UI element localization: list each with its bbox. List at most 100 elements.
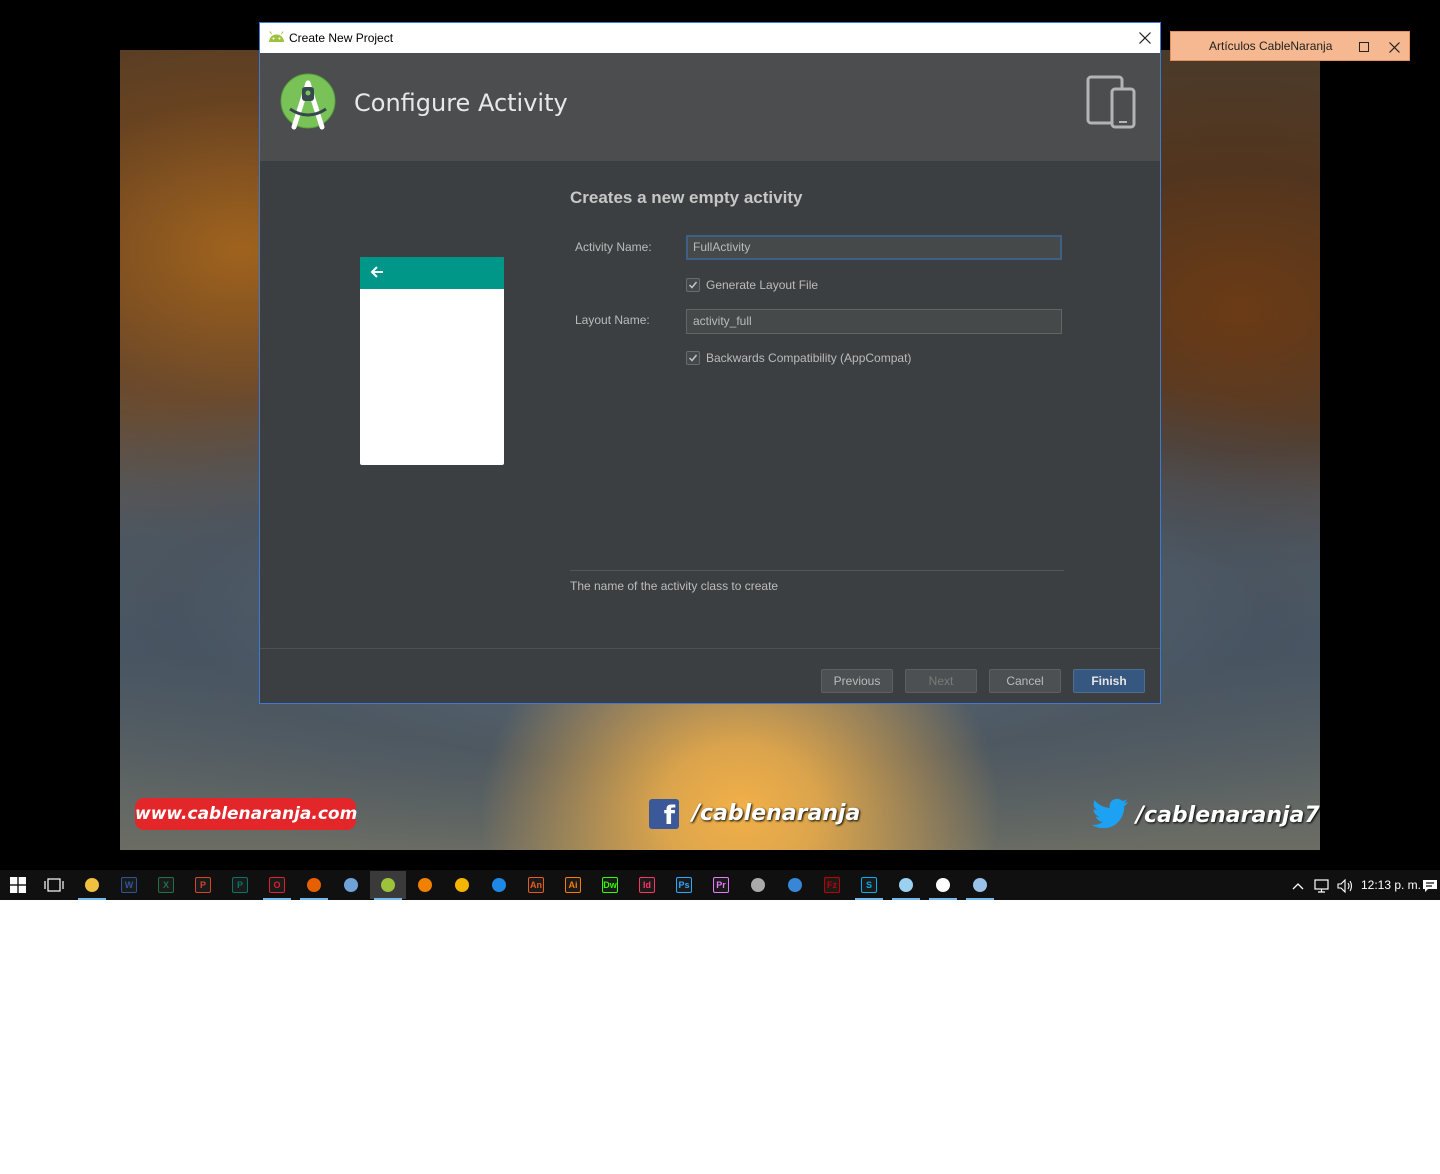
cancel-button[interactable]: Cancel — [989, 669, 1061, 693]
word-icon: W — [121, 877, 137, 893]
taskbar-paint-button[interactable] — [962, 871, 998, 900]
footer-divider — [260, 648, 1160, 649]
checkbox-box[interactable] — [686, 278, 700, 292]
clock[interactable]: 12:13 p. m. — [1360, 870, 1422, 900]
twitter-watermark: /cablenaranja7 — [1136, 803, 1320, 828]
dreamweaver-icon: Dw — [602, 877, 618, 893]
volume-button[interactable] — [1334, 870, 1358, 900]
dialog-title: Create New Project — [289, 31, 394, 45]
taskbar-notepad-button[interactable] — [888, 871, 924, 900]
publisher-icon: P — [232, 877, 248, 893]
arrow-back-icon — [370, 266, 383, 278]
taskbar-indesign-button[interactable]: Id — [629, 871, 665, 899]
premiere-icon: Pr — [713, 877, 729, 893]
task-view-button[interactable] — [36, 871, 72, 899]
dialog-titlebar[interactable]: Create New Project — [260, 23, 1160, 53]
check-icon — [688, 281, 698, 289]
activity-name-input[interactable]: FullActivity — [686, 235, 1062, 260]
vlc-icon — [418, 878, 432, 892]
tray-overflow-button[interactable] — [1288, 870, 1308, 900]
taskbar-virtualbox-button[interactable] — [333, 871, 369, 899]
taskbar-vlc-button[interactable] — [407, 871, 443, 899]
skype-icon: S — [861, 877, 877, 893]
maximize-button[interactable] — [1349, 32, 1379, 61]
activity-name-label: Activity Name: — [575, 240, 652, 254]
page-title: Configure Activity — [354, 89, 568, 117]
virtualbox-icon — [344, 878, 358, 892]
dialog-header: Configure Activity — [260, 53, 1160, 161]
side-window-titlebar[interactable]: Artículos CableNaranja — [1170, 31, 1410, 61]
layout-name-input[interactable]: activity_full — [686, 309, 1062, 334]
network-icon — [1314, 879, 1329, 893]
task-view-icon — [44, 878, 64, 892]
app-blue-box-icon — [788, 878, 802, 892]
obs-icon — [751, 878, 765, 892]
taskbar-obs-button[interactable] — [740, 871, 776, 899]
action-center-button[interactable] — [1420, 870, 1440, 900]
chevron-up-icon — [1292, 882, 1304, 890]
previous-button[interactable]: Previous — [821, 669, 893, 693]
powerpoint-icon: P — [195, 877, 211, 893]
facebook-icon: f — [649, 799, 679, 829]
close-button[interactable] — [1379, 32, 1409, 61]
backwards-compat-label: Backwards Compatibility (AppCompat) — [706, 351, 912, 365]
paint-icon — [973, 878, 987, 892]
taskbar-photoshop-button[interactable]: Ps — [666, 871, 702, 899]
taskbar-publisher-button[interactable]: P — [222, 871, 258, 899]
close-icon — [1139, 31, 1151, 44]
excel-icon: X — [158, 877, 174, 893]
settings-icon — [936, 878, 950, 892]
speaker-icon — [1337, 878, 1353, 894]
notepad-icon — [899, 878, 913, 892]
taskbar-opera-button[interactable]: O — [259, 871, 295, 900]
taskbar-android-studio-button[interactable] — [370, 871, 406, 900]
notification-icon — [1423, 879, 1437, 892]
android-studio-logo-icon — [280, 73, 336, 130]
taskbar-dreamweaver-button[interactable]: Dw — [592, 871, 628, 899]
file-explorer-icon — [85, 878, 99, 892]
taskbar-premiere-button[interactable]: Pr — [703, 871, 739, 899]
opera-icon: O — [269, 877, 285, 893]
3d-app-icon — [492, 878, 506, 892]
taskbar-file-explorer-button[interactable] — [74, 871, 110, 900]
system-tray: 12:13 p. m. — [1240, 870, 1440, 900]
taskbar-excel-button[interactable]: X — [148, 871, 184, 899]
desktop-screen: www.cablenaranja.com f /cablenaranja /ca… — [0, 0, 1440, 900]
taskbar-app-blue-box-button[interactable] — [777, 871, 813, 899]
side-window-title: Artículos CableNaranja — [1209, 39, 1333, 53]
check-icon — [688, 354, 698, 362]
preview-app-bar — [360, 257, 504, 289]
layout-name-label: Layout Name: — [575, 313, 650, 327]
animate-icon: An — [528, 877, 544, 893]
firefox-icon — [307, 878, 321, 892]
taskbar-filezilla-button[interactable]: Fz — [814, 871, 850, 899]
finish-button[interactable]: Finish — [1073, 669, 1145, 693]
twitter-icon — [1091, 798, 1128, 828]
network-button[interactable] — [1310, 870, 1334, 900]
start-button[interactable] — [0, 871, 36, 899]
taskbar-arduino-like-button[interactable] — [444, 871, 480, 899]
checkbox-box[interactable] — [686, 351, 700, 365]
indesign-icon: Id — [639, 877, 655, 893]
facebook-watermark: /cablenaranja — [692, 801, 861, 826]
hint-divider — [570, 570, 1064, 571]
next-button[interactable]: Next — [905, 669, 977, 693]
android-icon — [269, 31, 284, 42]
phone-tablet-icon — [1086, 75, 1136, 129]
field-hint: The name of the activity class to create — [570, 579, 779, 593]
taskbar-word-button[interactable]: W — [111, 871, 147, 899]
windows-logo-icon — [10, 877, 26, 893]
taskbar-3d-app-button[interactable] — [481, 871, 517, 899]
taskbar-illustrator-button[interactable]: Ai — [555, 871, 591, 899]
form-title: Creates a new empty activity — [570, 188, 803, 207]
generate-layout-label: Generate Layout File — [706, 278, 819, 292]
taskbar-skype-button[interactable]: S — [851, 871, 887, 900]
dialog-close-button[interactable] — [1130, 23, 1160, 53]
taskbar-animate-button[interactable]: An — [518, 871, 554, 899]
taskbar-settings-button[interactable] — [925, 871, 961, 900]
taskbar-powerpoint-button[interactable]: P — [185, 871, 221, 899]
taskbar: W X P P O An Ai Dw Id Ps Pr Fz S 12:13 p. m. — [0, 870, 1440, 900]
arduino-like-icon — [455, 878, 469, 892]
taskbar-firefox-button[interactable] — [296, 871, 332, 900]
maximize-icon — [1359, 42, 1369, 53]
